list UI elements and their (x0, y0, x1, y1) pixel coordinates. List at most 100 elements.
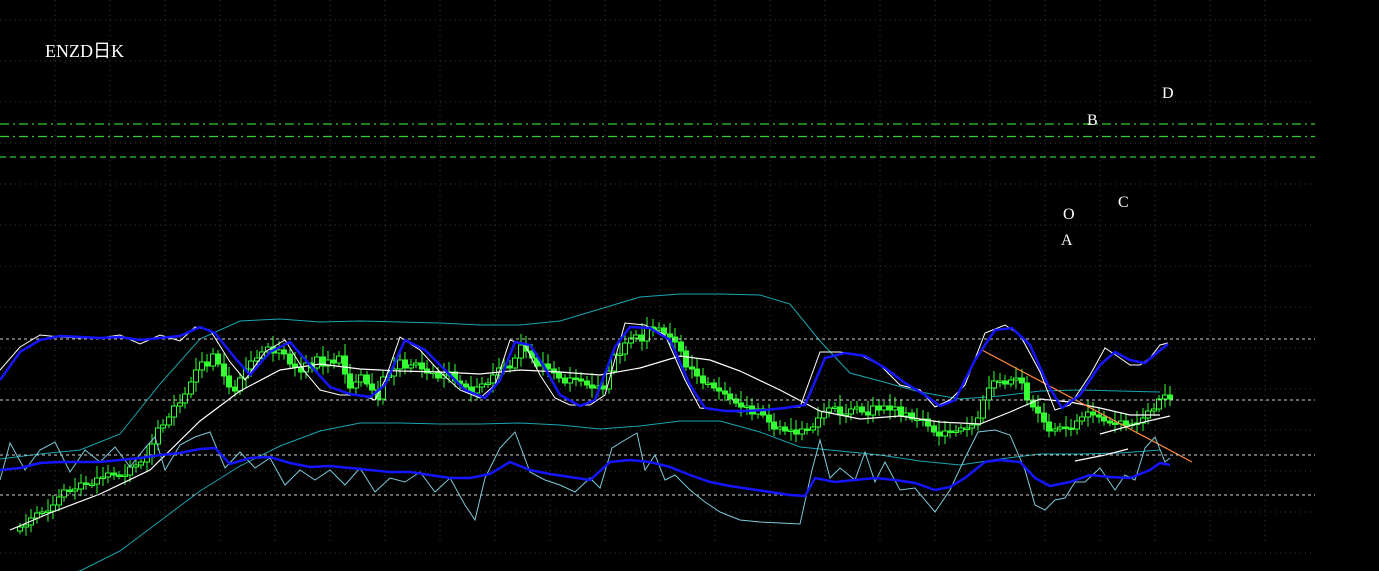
candle-body (490, 374, 496, 384)
candle-body (931, 425, 937, 433)
candle-body (1101, 416, 1107, 422)
candle-body (397, 359, 403, 370)
candle-body (689, 366, 695, 370)
candle-body (1079, 416, 1085, 422)
candle-body (876, 405, 882, 411)
candle-body (622, 342, 628, 355)
candle-body (248, 360, 254, 370)
candle-body (39, 511, 45, 514)
candle-body (716, 387, 722, 392)
candle-body (804, 428, 810, 431)
candle-body (958, 427, 964, 432)
candle-body (991, 380, 997, 389)
candle-body (177, 402, 183, 407)
candle-body (221, 363, 227, 377)
candle-body (193, 369, 199, 383)
candle-body (711, 382, 717, 389)
candle-body (369, 383, 375, 391)
candle-body (1085, 411, 1091, 418)
candle-body (419, 362, 425, 370)
candle-body (1112, 422, 1118, 425)
point-label-b: B (1087, 112, 1098, 129)
candle-body (969, 424, 975, 429)
candle-body (210, 353, 216, 367)
candle-body (78, 482, 84, 490)
candle-body (1107, 420, 1113, 424)
candle-body (777, 426, 783, 430)
candle-body (964, 427, 970, 430)
candle-body (799, 428, 805, 435)
candle-body (287, 353, 293, 365)
candle-body (815, 417, 821, 428)
candle-body (347, 373, 353, 389)
candle-body (474, 386, 480, 394)
candle-body (56, 496, 62, 506)
candle-body (111, 472, 117, 476)
candle-body (1052, 428, 1058, 432)
candle-body (1074, 420, 1080, 430)
candle-body (656, 327, 662, 331)
candle-body (782, 426, 788, 432)
candle-body (567, 377, 573, 384)
candle-body (766, 414, 772, 423)
candle-body (127, 466, 133, 476)
candle-body (810, 426, 816, 431)
candle-body (199, 361, 205, 371)
candle-body (738, 402, 744, 408)
candle-body (639, 334, 645, 342)
candle-body (1019, 377, 1025, 384)
candle-body (1167, 394, 1173, 400)
candle-body (1096, 414, 1102, 418)
candle-body (1162, 394, 1168, 400)
candle-body (94, 477, 100, 485)
candle-body (744, 405, 750, 408)
candle-body (986, 387, 992, 401)
candle-body (589, 384, 595, 389)
candle-body (584, 380, 590, 386)
candle-body (826, 407, 832, 413)
candle-body (848, 408, 854, 415)
candle-body (237, 377, 243, 392)
candle-body (435, 371, 441, 379)
candle-body (700, 375, 706, 384)
candle-body (413, 362, 419, 366)
point-label-a: A (1061, 232, 1073, 249)
candle-body (881, 405, 887, 411)
candle-body (232, 386, 238, 392)
candle-body (408, 364, 414, 369)
candle-body (551, 368, 557, 374)
candle-body (512, 357, 518, 369)
candle-body (160, 424, 166, 429)
candle-body (226, 375, 232, 388)
candle-body (67, 489, 73, 492)
candle-body (17, 526, 23, 532)
candle-body (980, 399, 986, 419)
candle-body (947, 430, 953, 433)
candle-body (1046, 421, 1052, 432)
candle-body (633, 334, 639, 339)
point-label-c: C (1118, 194, 1129, 211)
candle-body (479, 383, 485, 388)
candle-body (898, 406, 904, 417)
candle-body (837, 406, 843, 416)
candle-body (942, 430, 948, 437)
candle-body (722, 390, 728, 395)
candle-body (23, 524, 29, 528)
candle-body (865, 411, 871, 416)
candle-body (116, 474, 122, 477)
chart-title: ENZD日K (45, 41, 124, 61)
candle-body (678, 341, 684, 352)
candle-body (358, 374, 364, 383)
candle-body (892, 406, 898, 411)
candle-body (83, 482, 89, 485)
candle-body (1041, 412, 1047, 423)
candle-body (122, 474, 128, 477)
candle-body (276, 349, 282, 354)
candle-body (215, 353, 221, 365)
candle-body (573, 377, 579, 380)
candle-body (188, 381, 194, 395)
candle-body (1057, 426, 1063, 430)
point-label-d: D (1162, 85, 1174, 102)
candle-body (854, 406, 860, 410)
candle-body (667, 333, 673, 338)
